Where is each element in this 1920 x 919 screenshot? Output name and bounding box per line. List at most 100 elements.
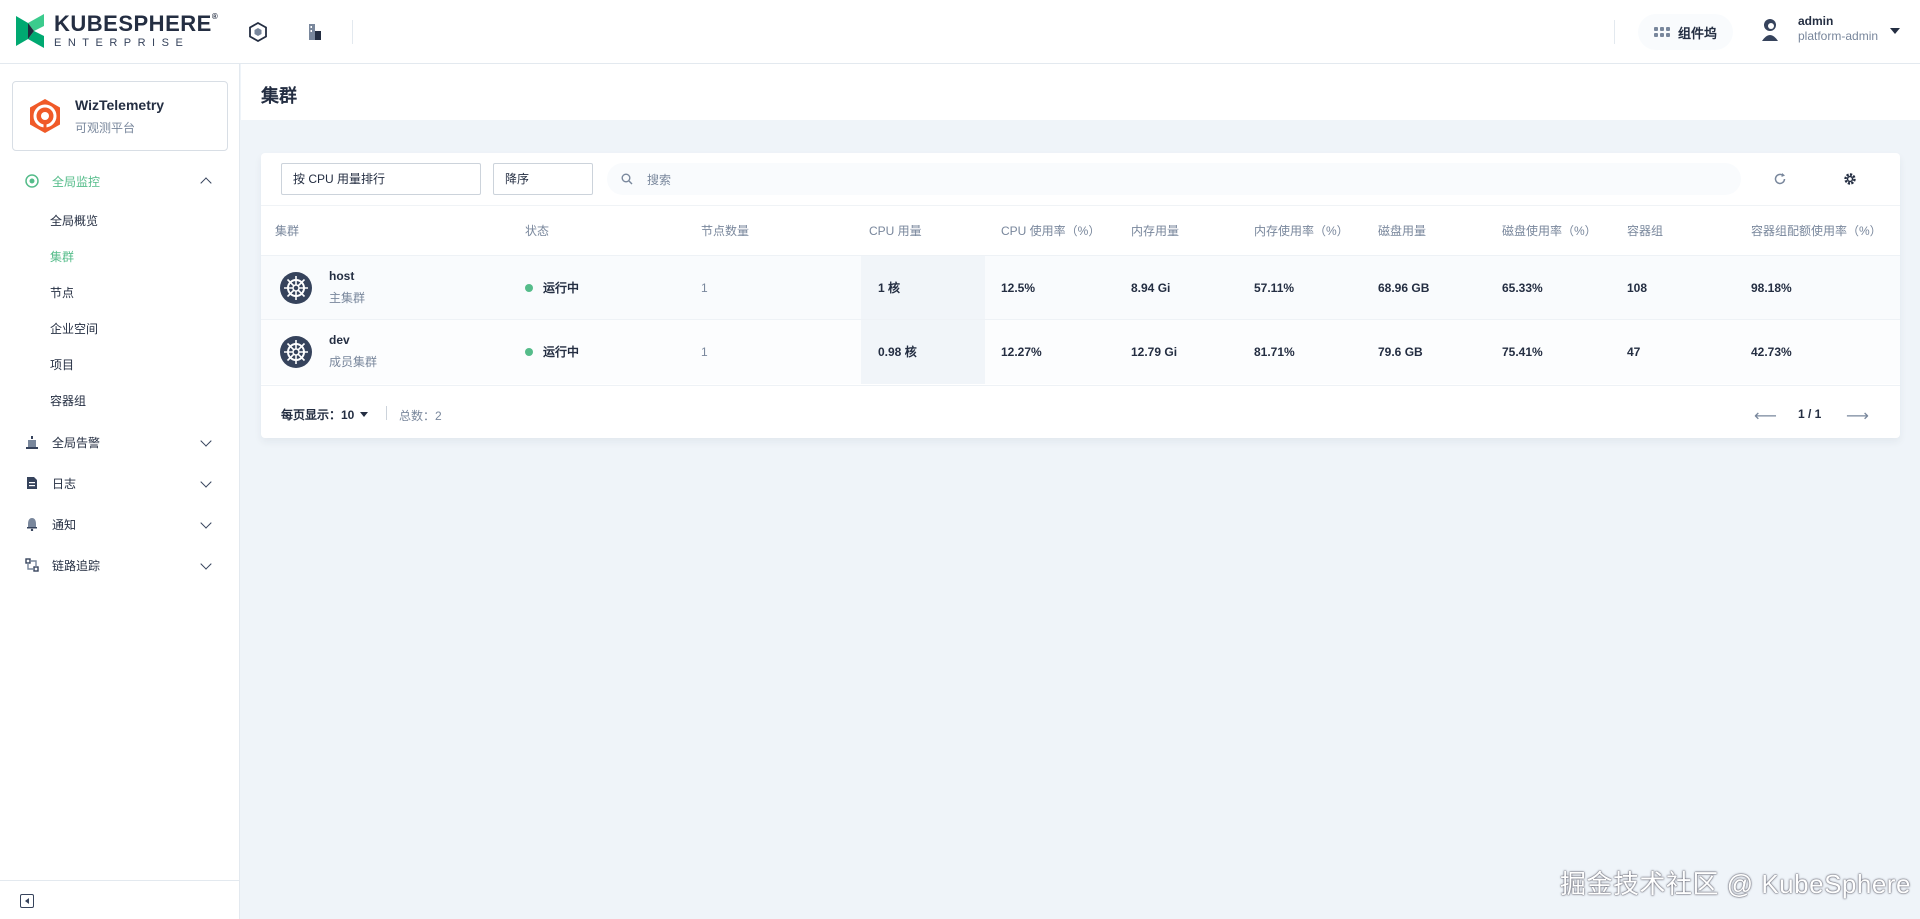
next-page-icon[interactable]: ⟶ bbox=[1846, 406, 1869, 426]
user-role: platform-admin bbox=[1798, 29, 1879, 43]
page-title: 集群 bbox=[261, 86, 297, 106]
node-count: 1 bbox=[701, 255, 861, 320]
sidebar-group-label: 链路追踪 bbox=[52, 558, 101, 573]
sidebar-item-projects[interactable]: 项目 bbox=[50, 355, 74, 375]
col-header-memory[interactable]: 内存用量 bbox=[1115, 205, 1238, 256]
registered-mark: ® bbox=[211, 12, 219, 21]
prev-page-icon[interactable]: ⟵ bbox=[1754, 406, 1777, 426]
page-header: 集群 bbox=[241, 64, 1920, 120]
collapse-sidebar-icon[interactable] bbox=[20, 894, 34, 908]
cluster-role: 成员集群 bbox=[329, 355, 378, 370]
wiztelemetry-logo-icon bbox=[30, 99, 60, 133]
page-size-label: 每页显示：10 bbox=[281, 408, 355, 422]
sidebar: WizTelemetry 可观测平台 全局监控 全局概览 集群 节点 企业空间 … bbox=[0, 64, 240, 919]
status-text: 运行中 bbox=[543, 345, 580, 360]
status-text: 运行中 bbox=[543, 281, 580, 295]
monitor-icon bbox=[24, 173, 40, 189]
pagination: 每页显示：10 总数：2 ⟵ 1 / 1 ⟶ bbox=[261, 385, 1900, 438]
sidebar-group-label: 通知 bbox=[52, 517, 77, 532]
col-header-pod-rate[interactable]: 容器组配额使用率（%） bbox=[1735, 205, 1900, 256]
topbar-divider bbox=[352, 20, 353, 44]
page-indicator: 1 / 1 bbox=[1798, 407, 1822, 421]
notify-icon bbox=[24, 516, 40, 532]
toolbar: 按 CPU 用量排行 降序 搜索 bbox=[261, 153, 1900, 205]
workspace-nav-icon[interactable] bbox=[302, 20, 326, 44]
chevron-down-icon bbox=[200, 517, 212, 529]
col-header-cluster[interactable]: 集群 bbox=[261, 205, 525, 256]
watermark: 掘金技术社区 @ KubeSphere bbox=[1560, 869, 1911, 899]
cpu-usage: 1 核 bbox=[861, 255, 985, 320]
grid-icon bbox=[1654, 27, 1670, 37]
app-desc: 可观测平台 bbox=[75, 120, 136, 135]
gear-icon[interactable] bbox=[1840, 169, 1860, 189]
sort-order-select[interactable]: 降序 bbox=[493, 163, 593, 195]
caret-down-icon[interactable] bbox=[1890, 28, 1900, 34]
col-header-cpu-rate[interactable]: CPU 使用率（%） bbox=[985, 205, 1115, 256]
memory-usage: 8.94 Gi bbox=[1115, 255, 1238, 320]
memory-rate: 81.71% bbox=[1238, 319, 1362, 384]
col-header-nodes[interactable]: 节点数量 bbox=[701, 205, 861, 256]
col-header-disk[interactable]: 磁盘用量 bbox=[1362, 205, 1486, 256]
disk-usage: 68.96 GB bbox=[1362, 255, 1486, 320]
sort-by-select[interactable]: 按 CPU 用量排行 bbox=[281, 163, 481, 195]
user-menu[interactable]: admin platform-admin bbox=[1756, 14, 1878, 44]
sidebar-group-logs[interactable]: 日志 bbox=[0, 469, 240, 497]
table-row[interactable]: dev 成员集群 运行中 1 0.98 核 12.27% 12.79 Gi 81… bbox=[261, 319, 1900, 384]
log-icon bbox=[24, 475, 40, 491]
avatar bbox=[1756, 15, 1784, 43]
chevron-down-icon bbox=[200, 558, 212, 570]
sidebar-item-clusters[interactable]: 集群 bbox=[50, 247, 74, 267]
brand-sub: ENTERPRISE bbox=[54, 37, 190, 49]
alert-icon bbox=[24, 434, 40, 450]
memory-usage: 12.79 Gi bbox=[1115, 319, 1238, 384]
sidebar-item-pods[interactable]: 容器组 bbox=[50, 391, 86, 411]
pod-quota-rate: 98.18% bbox=[1735, 255, 1900, 320]
table-row[interactable]: host 主集群 运行中 1 1 核 12.5% 8.94 Gi 57.11% … bbox=[261, 255, 1900, 320]
component-dock-button[interactable]: 组件坞 bbox=[1638, 14, 1734, 50]
sidebar-group-global-alerts[interactable]: 全局告警 bbox=[0, 428, 240, 456]
chevron-down-icon bbox=[200, 435, 212, 447]
col-header-memory-rate[interactable]: 内存使用率（%） bbox=[1238, 205, 1362, 256]
col-header-status[interactable]: 状态 bbox=[525, 205, 701, 256]
col-header-disk-rate[interactable]: 磁盘使用率（%） bbox=[1486, 205, 1611, 256]
cpu-usage: 0.98 核 bbox=[861, 319, 985, 384]
kubesphere-logo[interactable]: KUBESPHERE® ENTERPRISE bbox=[14, 12, 218, 50]
page-size-select[interactable]: 每页显示：10 bbox=[281, 406, 369, 423]
cluster-name[interactable]: dev bbox=[329, 333, 377, 347]
kubernetes-icon bbox=[280, 271, 312, 304]
pod-count: 47 bbox=[1611, 319, 1735, 384]
kubernetes-icon bbox=[280, 335, 312, 368]
search-placeholder: 搜索 bbox=[647, 172, 672, 187]
refresh-icon[interactable] bbox=[1770, 169, 1790, 189]
chevron-up-icon bbox=[200, 177, 212, 189]
sidebar-item-overview[interactable]: 全局概览 bbox=[50, 211, 98, 231]
disk-usage: 79.6 GB bbox=[1362, 319, 1486, 384]
status-dot bbox=[525, 347, 533, 356]
brand-name: KUBESPHERE bbox=[54, 11, 212, 36]
memory-rate: 57.11% bbox=[1238, 255, 1362, 320]
sidebar-group-label: 全局监控 bbox=[52, 174, 101, 189]
sidebar-group-tracing[interactable]: 链路追踪 bbox=[0, 551, 240, 579]
table-header-row: 集群 状态 节点数量 CPU 用量 CPU 使用率（%） 内存用量 内存使用率（… bbox=[261, 205, 1900, 256]
total-count: 总数：2 bbox=[399, 409, 442, 423]
sidebar-group-label: 全局告警 bbox=[52, 435, 101, 450]
app-card[interactable]: WizTelemetry 可观测平台 bbox=[12, 81, 228, 151]
cluster-list-card: 按 CPU 用量排行 降序 搜索 集群 状态 节点数量 CPU 用量 CPU 使… bbox=[261, 153, 1900, 438]
chevron-down-icon bbox=[200, 476, 212, 488]
cluster-nav-icon[interactable] bbox=[246, 20, 270, 44]
sidebar-footer bbox=[0, 880, 240, 919]
trace-icon bbox=[24, 557, 40, 573]
col-header-pods[interactable]: 容器组 bbox=[1611, 205, 1735, 256]
cluster-name[interactable]: host bbox=[329, 269, 365, 283]
cluster-role: 主集群 bbox=[329, 291, 366, 305]
sidebar-group-notifications[interactable]: 通知 bbox=[0, 510, 240, 538]
search-input[interactable]: 搜索 bbox=[607, 163, 1741, 195]
sidebar-group-global-monitoring[interactable]: 全局监控 bbox=[0, 167, 240, 195]
sidebar-item-workspaces[interactable]: 企业空间 bbox=[50, 319, 98, 339]
disk-rate: 65.33% bbox=[1486, 255, 1611, 320]
col-header-cpu[interactable]: CPU 用量 bbox=[861, 205, 985, 256]
sidebar-item-nodes[interactable]: 节点 bbox=[50, 283, 74, 303]
kubesphere-logo-icon bbox=[16, 14, 44, 48]
app-name: WizTelemetry bbox=[75, 96, 165, 113]
sidebar-group-label: 日志 bbox=[52, 476, 77, 491]
